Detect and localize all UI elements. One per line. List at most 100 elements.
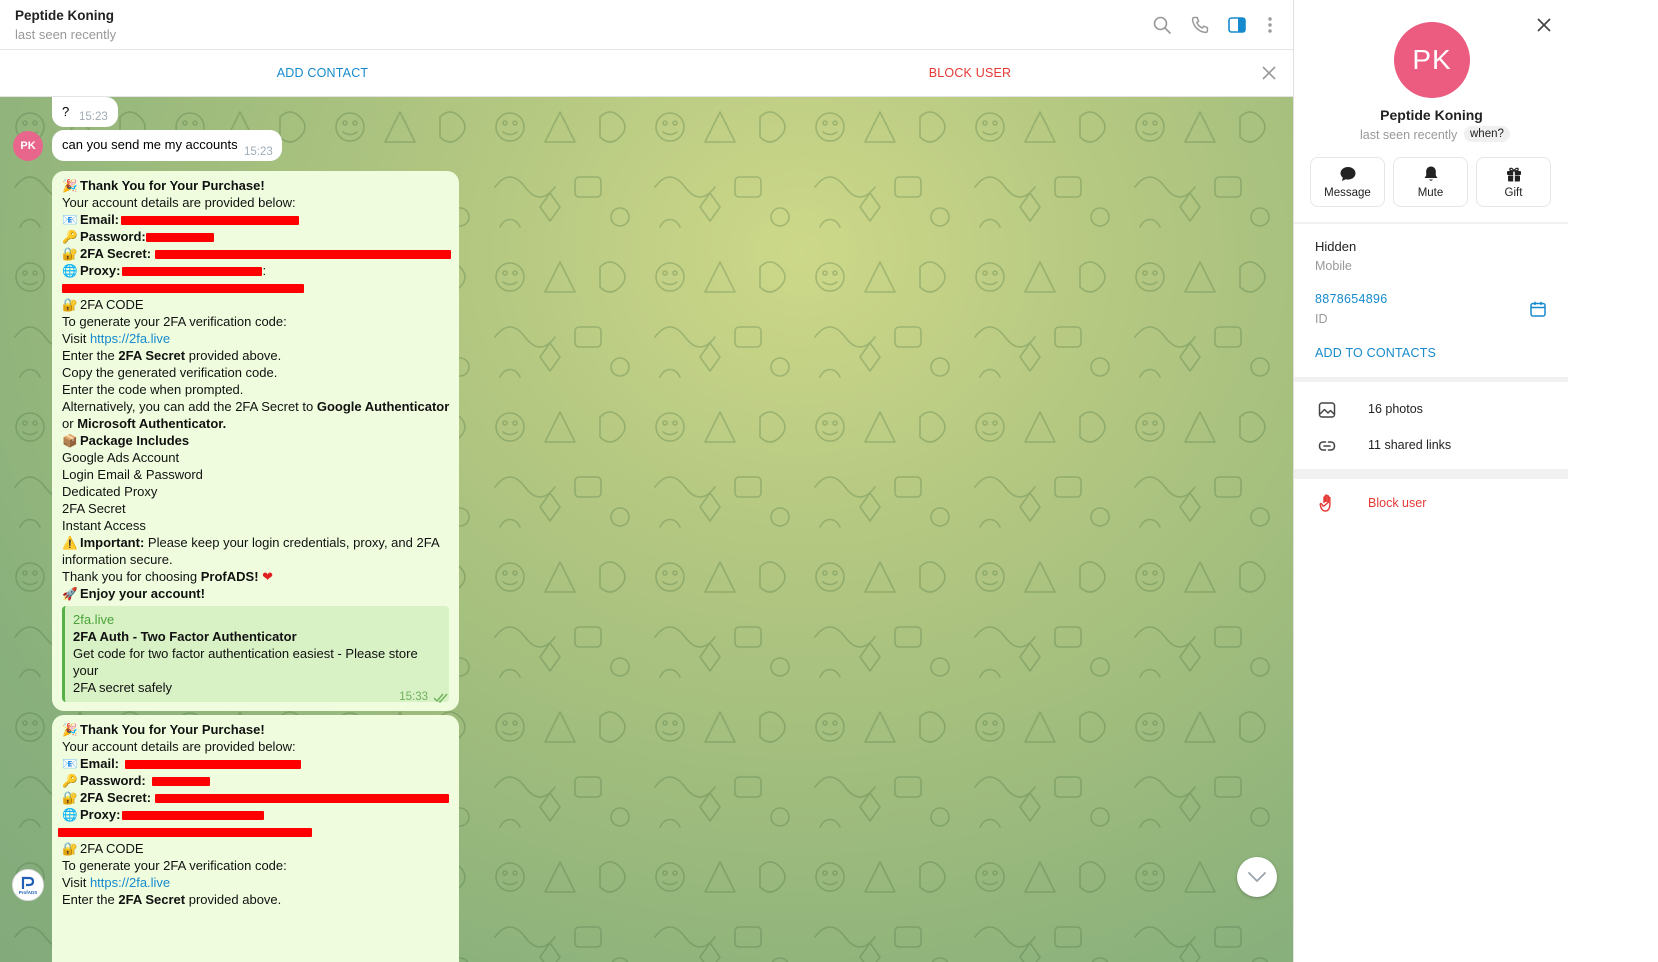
- message-time: 15:33: [399, 691, 428, 703]
- 2fa-link[interactable]: https://2fa.live: [90, 875, 170, 890]
- mute-button[interactable]: Mute: [1393, 157, 1468, 207]
- proxy-separator: :: [262, 263, 267, 278]
- block-user-button[interactable]: BLOCK USER: [890, 66, 1050, 80]
- email-icon: 📧: [62, 213, 78, 227]
- incoming-message[interactable]: ? 15:23: [52, 97, 118, 127]
- heart-icon: ❤: [262, 569, 274, 584]
- gift-button[interactable]: Gift: [1476, 157, 1551, 207]
- message-text: can you send me my accounts: [62, 137, 238, 152]
- text-part: Enter the: [62, 348, 115, 363]
- phone-label: Mobile: [1315, 259, 1352, 273]
- redaction-mark: [145, 233, 214, 243]
- password-label: Password:: [80, 229, 146, 244]
- package-item: 2FA Secret: [62, 501, 126, 516]
- links-row[interactable]: 11 shared links: [1294, 428, 1569, 464]
- package-item: Dedicated Proxy: [62, 484, 158, 499]
- chevron-down-icon: [1248, 872, 1266, 882]
- text-bold: Google Authenticator: [316, 399, 450, 414]
- mute-button-label: Mute: [1417, 187, 1444, 199]
- rocket-icon: 🚀: [62, 587, 78, 601]
- text-part: provided above.: [188, 348, 282, 363]
- message-button-label: Message: [1324, 187, 1371, 199]
- text-bold: 2FA Secret: [118, 348, 186, 363]
- text-bold: Microsoft Authenticator.: [77, 416, 227, 431]
- block-user-label: Block user: [1368, 496, 1427, 510]
- package-item: Instant Access: [62, 518, 146, 533]
- sidebar-toggle-icon[interactable]: [1226, 14, 1248, 36]
- close-icon[interactable]: [1534, 15, 1554, 35]
- email-label: Email:: [80, 212, 120, 227]
- receipt-title: Thank You for Your Purchase!: [80, 178, 265, 193]
- text-part: Enter the: [62, 892, 115, 907]
- photos-row[interactable]: 16 photos: [1294, 392, 1569, 428]
- add-contact-button[interactable]: ADD CONTACT: [240, 66, 405, 80]
- preview-desc: Get code for two factor authentication e…: [73, 646, 418, 678]
- text-line: To generate your 2FA verification code:: [62, 858, 287, 873]
- chat-header: Peptide Koning last seen recently: [0, 0, 1293, 50]
- email-icon: 📧: [62, 757, 78, 771]
- password-label: Password:: [80, 773, 146, 788]
- gift-button-label: Gift: [1504, 187, 1523, 199]
- scroll-to-bottom-button[interactable]: [1237, 857, 1277, 897]
- more-options-icon[interactable]: [1259, 14, 1281, 36]
- phone-value: Hidden: [1315, 239, 1357, 254]
- text-part: Alternatively, you can add the 2FA Secre…: [62, 399, 314, 414]
- redaction-mark: [58, 828, 312, 838]
- gift-icon: [1506, 167, 1521, 182]
- text-bold: Enjoy your account!: [80, 586, 205, 601]
- text-bold: Important:: [80, 535, 145, 550]
- profile-status: last seen recently: [1360, 128, 1458, 142]
- text-visit: Visit: [62, 331, 87, 346]
- redaction-mark: [125, 760, 302, 770]
- text-part: provided above.: [188, 892, 282, 907]
- outgoing-message[interactable]: 🎉 Thank You for Your Purchase! Your accou…: [52, 715, 459, 962]
- preview-desc: 2FA secret safely: [73, 680, 172, 695]
- sender-avatar[interactable]: PK: [13, 131, 43, 161]
- text-line: information secure.: [62, 552, 173, 567]
- outgoing-message[interactable]: 🎉 Thank You for Your Purchase! Your accou…: [52, 171, 459, 711]
- proxy-label: Proxy:: [80, 263, 121, 278]
- secret-label: 2FA Secret:: [80, 246, 152, 261]
- lock-icon: 🔐: [62, 247, 78, 261]
- package-heading: Package Includes: [80, 433, 190, 448]
- redaction-mark: [62, 284, 304, 294]
- user-id-label: ID: [1315, 312, 1328, 326]
- package-item: Login Email & Password: [62, 467, 203, 482]
- search-icon[interactable]: [1151, 14, 1173, 36]
- globe-icon: 🌐: [62, 808, 78, 822]
- close-icon[interactable]: [1259, 63, 1279, 83]
- phone-icon[interactable]: [1189, 14, 1211, 36]
- 2fa-link[interactable]: https://2fa.live: [90, 331, 170, 346]
- lock-icon: 🔐: [62, 842, 78, 856]
- profile-header: PK Peptide Koning last seen recently whe…: [1294, 0, 1569, 222]
- chat-area: Peptide Koning last seen recently ADD CO…: [0, 0, 1293, 962]
- redaction-mark: [122, 267, 263, 277]
- double-check-icon: [433, 693, 448, 703]
- message-time: 15:23: [79, 111, 108, 123]
- incoming-message[interactable]: can you send me my accounts 15:23: [52, 130, 282, 161]
- message-text: ?: [62, 104, 70, 119]
- text-line: To generate your 2FA verification code:: [62, 314, 287, 329]
- text-bold: ProfADS!: [200, 569, 259, 584]
- profads-logo[interactable]: ProfADS: [12, 869, 44, 901]
- chat-title[interactable]: Peptide Koning: [15, 8, 114, 23]
- block-user-row[interactable]: Block user: [1294, 489, 1569, 519]
- calendar-icon[interactable]: [1529, 300, 1547, 318]
- contact-action-bar: ADD CONTACT BLOCK USER: [0, 51, 1293, 97]
- message-icon: [1340, 167, 1355, 181]
- link-preview[interactable]: 2fa.live 2FA Auth - Two Factor Authentic…: [62, 606, 449, 702]
- party-icon: 🎉: [62, 179, 78, 193]
- user-id-value[interactable]: 8878654896: [1315, 292, 1388, 306]
- receipt-subtitle: Your account details are provided below:: [62, 739, 296, 754]
- message-button[interactable]: Message: [1310, 157, 1385, 207]
- preview-site: 2fa.live: [73, 612, 115, 627]
- when-button[interactable]: when?: [1464, 126, 1510, 142]
- bell-icon: [1424, 166, 1437, 181]
- code-heading: 2FA CODE: [80, 841, 144, 856]
- profads-logo-icon: [21, 876, 35, 889]
- chat-status: last seen recently: [15, 27, 117, 42]
- add-to-contacts-button[interactable]: ADD TO CONTACTS: [1315, 346, 1436, 360]
- redaction-mark: [151, 777, 210, 787]
- profile-avatar[interactable]: PK: [1394, 22, 1470, 98]
- receipt-subtitle: Your account details are provided below:: [62, 195, 296, 210]
